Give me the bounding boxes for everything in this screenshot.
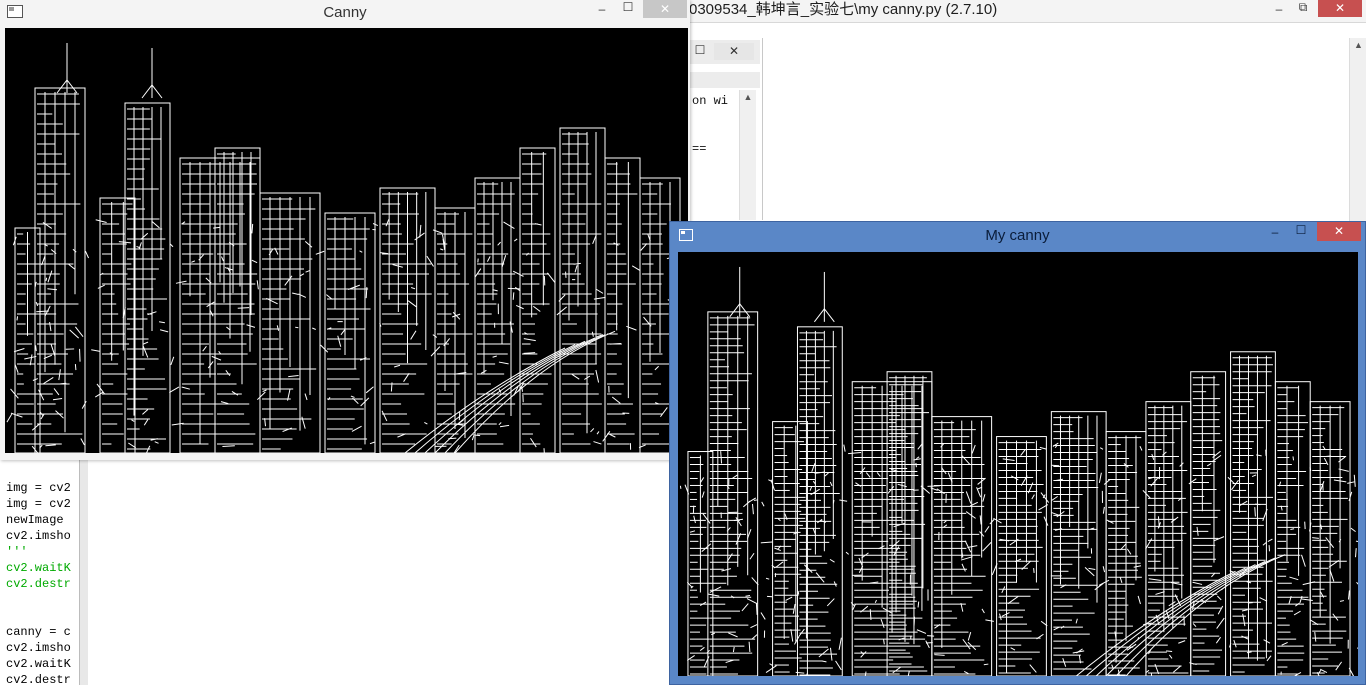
code-line: cv2.destr <box>6 672 71 688</box>
my-canny-edge-image <box>678 252 1358 676</box>
close-icon[interactable]: ✕ <box>1317 222 1361 241</box>
code-divider[interactable] <box>79 460 88 685</box>
editor-title: 0309534_韩坤言_实验七\my canny.py (2.7.10) <box>689 0 997 20</box>
minimize-icon[interactable]: – <box>1268 225 1282 239</box>
canny-titlebar[interactable]: Canny – ☐ ✕ <box>0 0 690 28</box>
code-line: newImage <box>6 512 64 528</box>
canny-edge-image <box>5 28 688 453</box>
shell-output-line: on wi <box>692 94 728 108</box>
scroll-up-icon[interactable]: ▲ <box>740 92 756 102</box>
pane-divider <box>762 38 763 220</box>
close-icon[interactable]: ✕ <box>643 0 687 18</box>
shell-titlebar[interactable]: ☐ ✕ <box>690 40 760 64</box>
code-line: img = cv2 <box>6 496 71 512</box>
canny-window-title: Canny <box>0 4 690 21</box>
shell-window-fragment: ☐ ✕ on wi == ▲ <box>690 40 760 220</box>
maximize-icon[interactable]: ☐ <box>1294 223 1308 237</box>
my-canny-window: My canny – ☐ ✕ <box>669 221 1366 685</box>
shell-scrollbar[interactable]: ▲ <box>739 90 756 220</box>
minimize-icon[interactable]: – <box>1272 2 1286 16</box>
canny-window: Canny – ☐ ✕ <box>0 0 690 460</box>
minimize-icon[interactable]: – <box>595 2 609 16</box>
maximize-icon[interactable]: ☐ <box>693 43 707 57</box>
code-line: cv2.imsho <box>6 640 71 656</box>
scroll-up-icon[interactable]: ▲ <box>1350 40 1366 50</box>
code-line: canny = c <box>6 624 71 640</box>
my-canny-window-title: My canny <box>670 227 1365 244</box>
my-canny-titlebar[interactable]: My canny – ☐ ✕ <box>670 222 1365 251</box>
code-line: cv2.imsho <box>6 528 71 544</box>
code-line: img = cv2 <box>6 480 71 496</box>
code-line: cv2.waitK <box>6 656 71 672</box>
close-icon[interactable]: ✕ <box>1318 0 1362 17</box>
code-line: cv2.destr <box>6 576 71 592</box>
maximize-icon[interactable]: ☐ <box>621 0 635 14</box>
shell-menubar <box>690 72 760 88</box>
shell-output-line: == <box>692 142 706 156</box>
close-icon[interactable]: ✕ <box>714 43 754 60</box>
code-line: cv2.waitK <box>6 560 71 576</box>
code-editor[interactable]: img = cv2img = cv2newImagecv2.imsho'''cv… <box>0 460 78 685</box>
restore-icon[interactable]: ⧉ <box>1296 0 1310 15</box>
code-line: ''' <box>6 544 28 560</box>
